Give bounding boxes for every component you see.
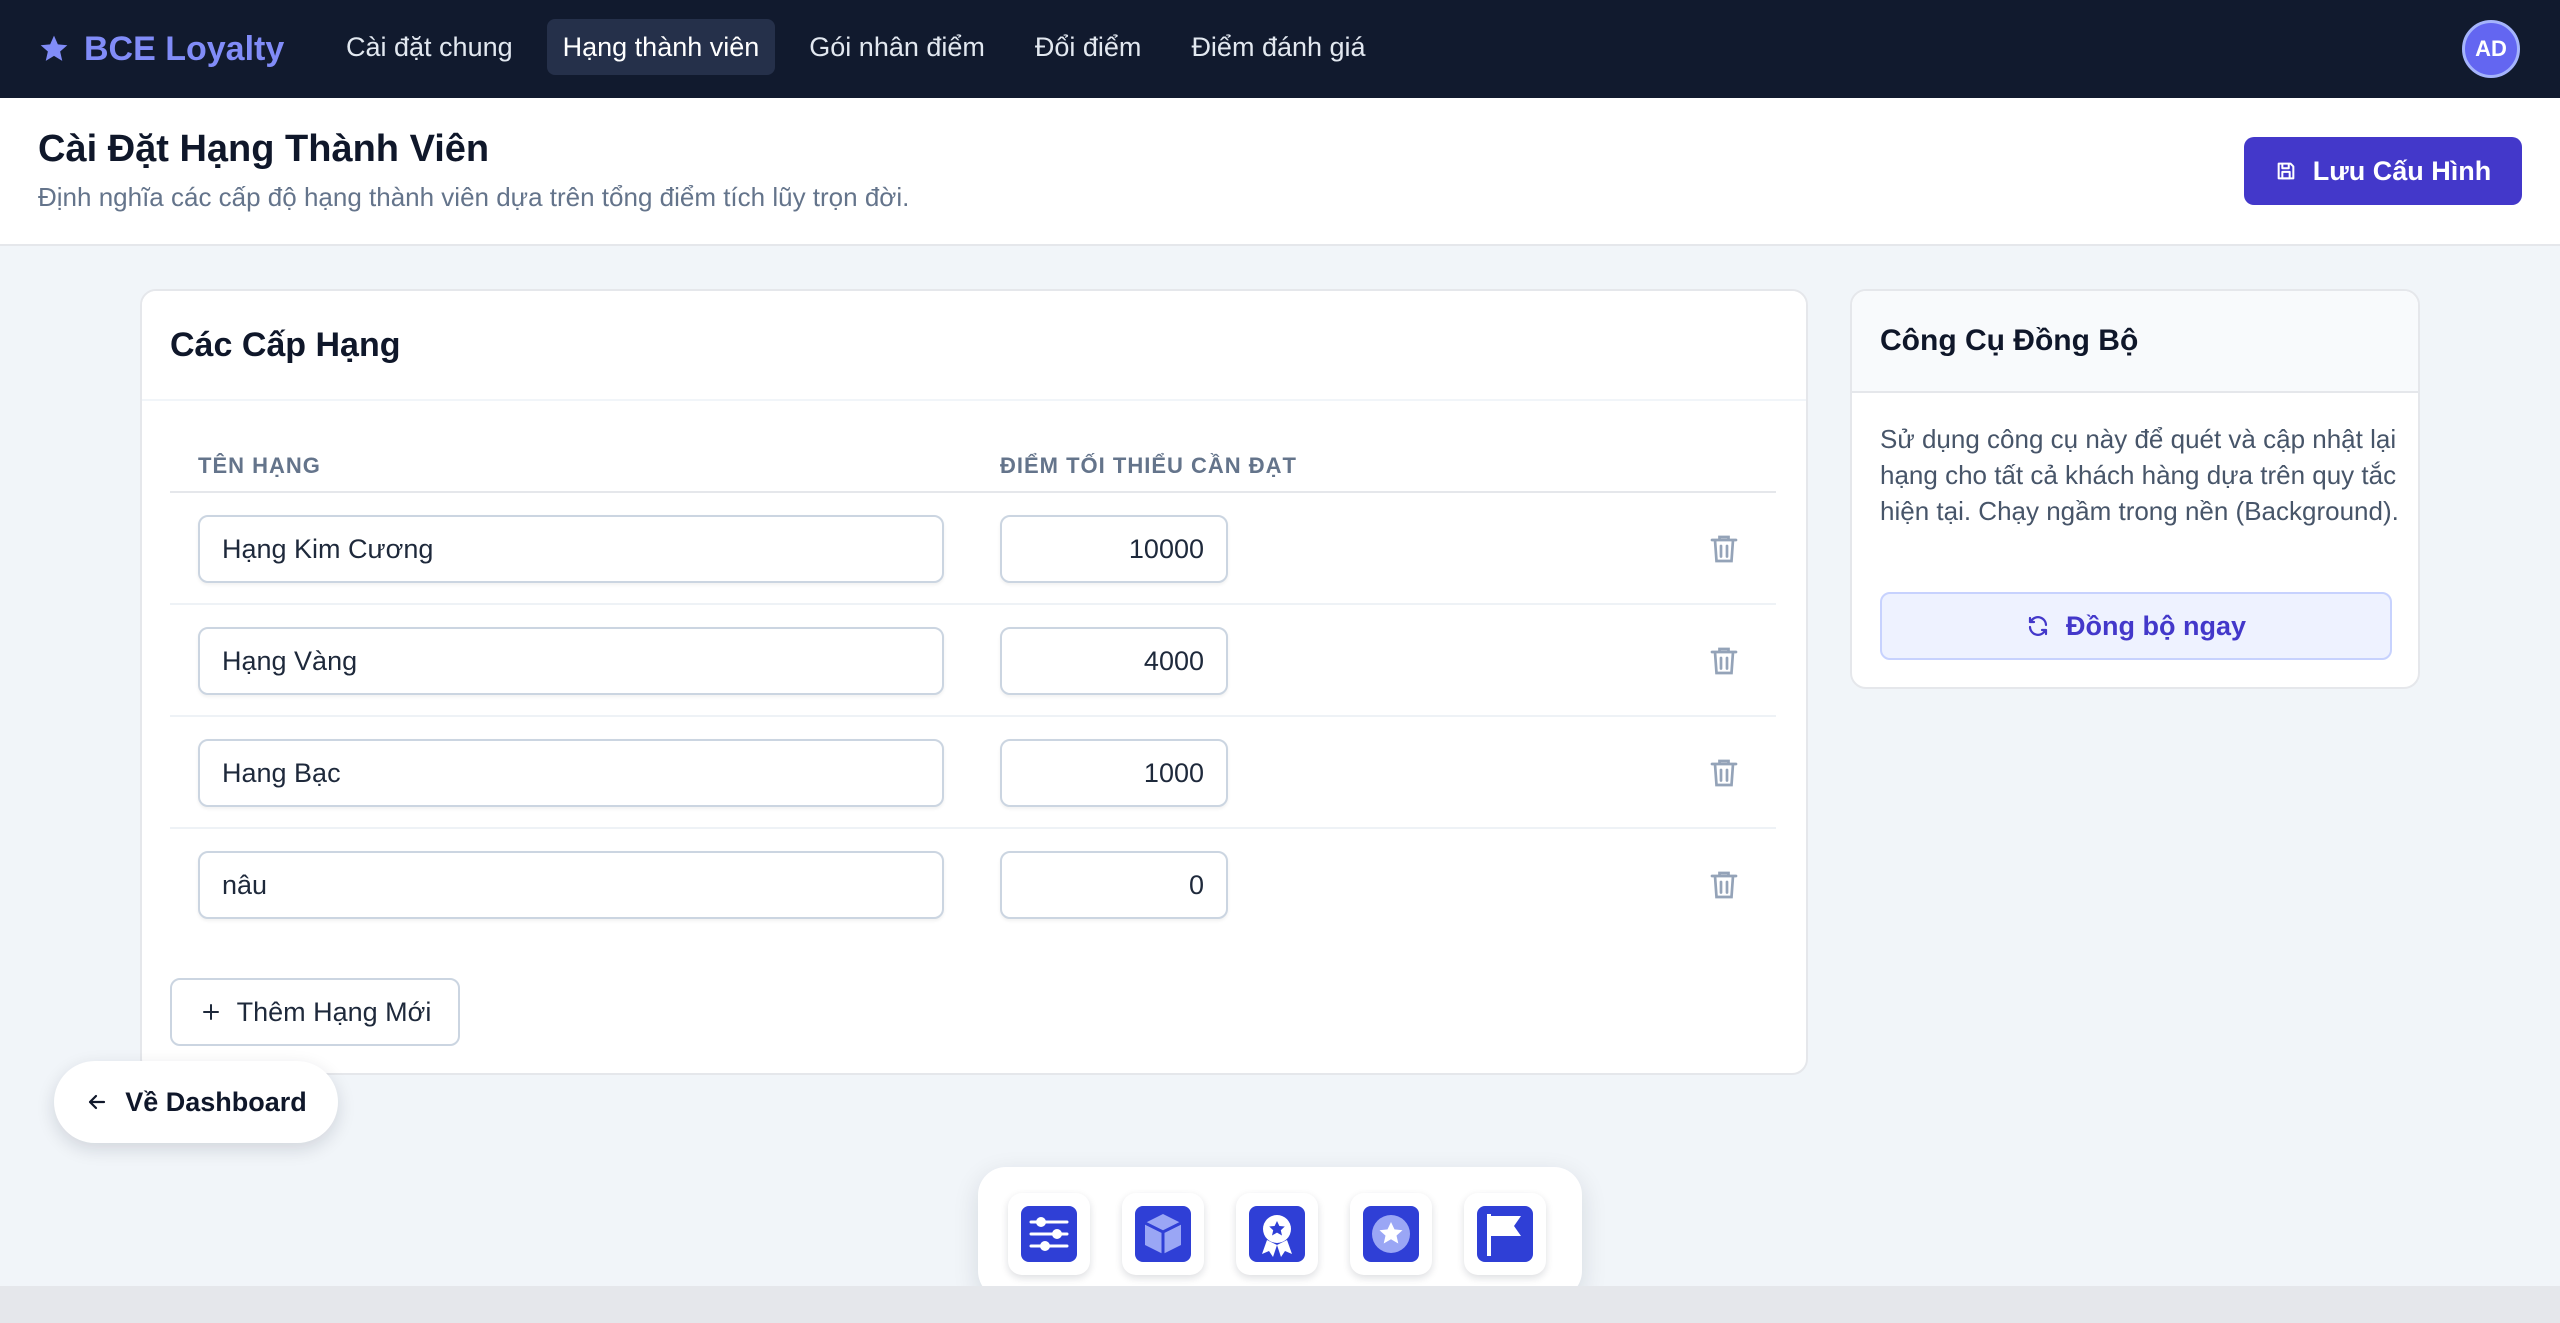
nav-item-point-multiplier[interactable]: Gói nhân điểm [793, 19, 1001, 75]
tiers-card-title: Các Cấp Hạng [170, 325, 401, 364]
star-icon [40, 35, 68, 61]
nav-item-redeem-points[interactable]: Đổi điểm [1019, 19, 1158, 75]
column-header-min-points: ĐIỂM TỐI THIỂU CẦN ĐẠT [1000, 453, 1297, 478]
column-header-tier-name: TÊN HẠNG [198, 453, 321, 478]
sync-card-header: Công Cụ Đồng Bộ [1852, 291, 2418, 393]
page-title: Cài Đặt Hạng Thành Viên [38, 128, 490, 170]
box-icon [1135, 1206, 1191, 1262]
trash-icon[interactable] [1706, 867, 1742, 903]
nav-item-general-settings[interactable]: Cài đặt chung [330, 19, 529, 75]
table-row [170, 717, 1776, 829]
bottom-strip [0, 1286, 2560, 1323]
dock-item-flag[interactable] [1464, 1193, 1546, 1275]
save-config-label: Lưu Cấu Hình [2312, 155, 2492, 186]
brand[interactable]: BCE Loyalty [38, 0, 284, 98]
refresh-icon [2028, 616, 2048, 636]
tiers-card-header: Các Cấp Hạng [142, 291, 1806, 401]
sync-description: Sử dụng công cụ này để quét và cập nhật … [1880, 424, 2399, 526]
table-row [170, 493, 1776, 605]
avatar[interactable]: AD [2462, 20, 2520, 78]
back-to-dashboard-button[interactable]: Về Dashboard [54, 1061, 338, 1143]
sync-card-title: Công Cụ Đồng Bộ [1880, 324, 2139, 357]
trash-icon[interactable] [1706, 755, 1742, 791]
tier-min-points-input[interactable] [1000, 627, 1228, 695]
back-to-dashboard-label: Về Dashboard [125, 1086, 307, 1117]
top-navbar: BCE Loyalty Cài đặt chung Hạng thành viê… [0, 0, 2560, 98]
tiers-table: TÊN HẠNG ĐIỂM TỐI THIỂU CẦN ĐẠT [170, 401, 1776, 941]
nav-item-membership-tiers[interactable]: Hạng thành viên [546, 19, 776, 75]
dock-item-package[interactable] [1122, 1193, 1204, 1275]
award-badge-icon [1249, 1206, 1305, 1262]
table-row [170, 605, 1776, 717]
save-icon [2277, 162, 2295, 180]
table-row [170, 829, 1776, 941]
brand-name: BCE Loyalty [84, 29, 285, 68]
tiers-card: Các Cấp Hạng TÊN HẠNG ĐIỂM TỐI THIỂU CẦN… [140, 289, 1808, 1075]
app-dock [978, 1167, 1582, 1299]
tier-min-points-input[interactable] [1000, 851, 1228, 919]
main-nav: Cài đặt chung Hạng thành viên Gói nhân đ… [330, 19, 1400, 75]
page-subtitle: Định nghĩa các cấp độ hạng thành viên dự… [38, 182, 910, 212]
trash-icon[interactable] [1706, 643, 1742, 679]
flag-icon [1477, 1206, 1533, 1262]
page-header: Cài Đặt Hạng Thành Viên Định nghĩa các c… [0, 98, 2560, 246]
arrow-left-icon [89, 1094, 106, 1110]
sync-now-label: Đồng bộ ngay [2066, 610, 2246, 641]
tier-name-input[interactable] [198, 739, 944, 807]
tier-min-points-input[interactable] [1000, 515, 1228, 583]
tier-name-input[interactable] [198, 515, 944, 583]
add-tier-label: Thêm Hạng Mới [236, 996, 432, 1027]
table-header: TÊN HẠNG ĐIỂM TỐI THIỂU CẦN ĐẠT [170, 401, 1776, 493]
dock-item-star[interactable] [1350, 1193, 1432, 1275]
dock-item-settings[interactable] [1008, 1193, 1090, 1275]
sync-now-button[interactable]: Đồng bộ ngay [1880, 592, 2392, 660]
settings-sliders-icon [1021, 1206, 1077, 1262]
star-badge-icon [1363, 1206, 1419, 1262]
add-tier-button[interactable]: Thêm Hạng Mới [170, 978, 460, 1046]
tier-min-points-input[interactable] [1000, 739, 1228, 807]
nav-item-review-points[interactable]: Điểm đánh giá [1175, 19, 1381, 75]
tier-name-input[interactable] [198, 627, 944, 695]
save-config-button[interactable]: Lưu Cấu Hình [2244, 137, 2522, 205]
tier-name-input[interactable] [198, 851, 944, 919]
dock-item-award[interactable] [1236, 1193, 1318, 1275]
plus-icon [202, 1004, 219, 1020]
sync-tools-card: Công Cụ Đồng Bộ Sử dụng công cụ này để q… [1850, 289, 2420, 689]
trash-icon[interactable] [1706, 531, 1742, 567]
